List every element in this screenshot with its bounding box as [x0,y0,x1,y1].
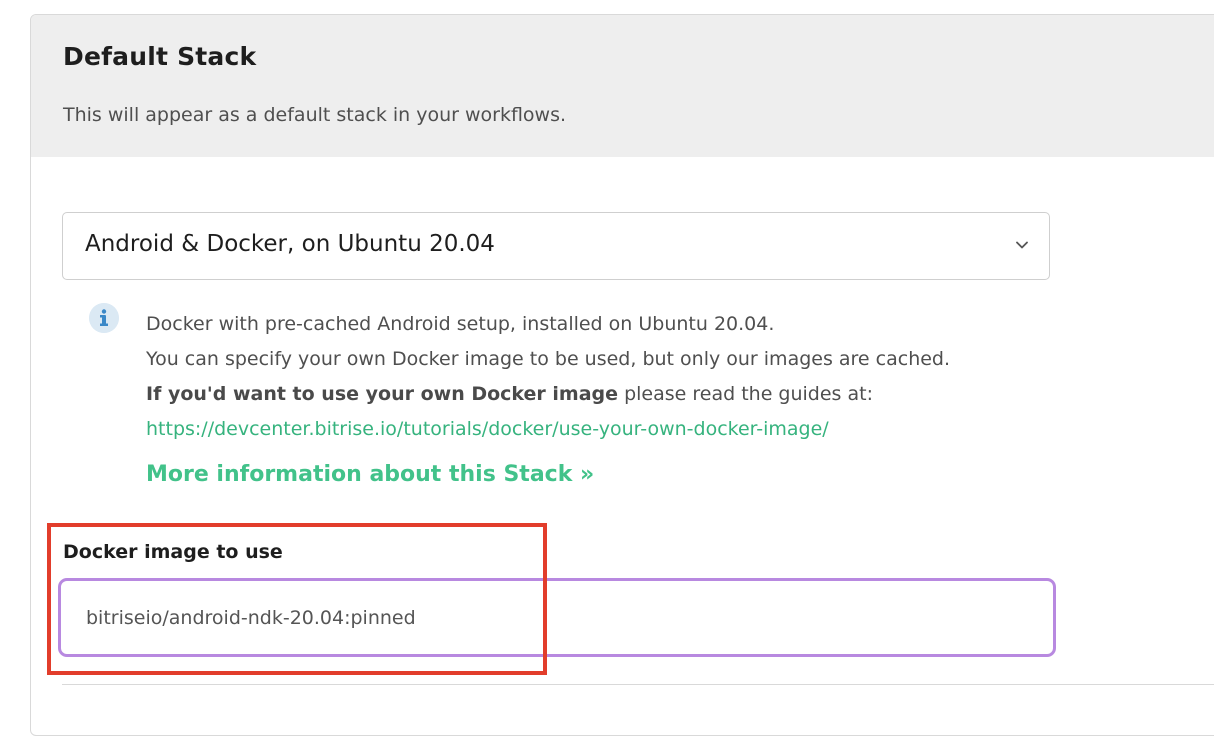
chevron-down-icon [1016,241,1028,249]
docker-image-label: Docker image to use [63,541,283,563]
card-header: Default Stack This will appear as a defa… [31,15,1214,157]
default-stack-card: Default Stack This will appear as a defa… [30,14,1214,736]
divider [62,684,1214,685]
info-line-3-rest: please read the guides at: [618,383,873,405]
more-info-link[interactable]: More information about this Stack » [146,462,594,487]
section-title: Default Stack [63,42,257,71]
docker-image-input[interactable] [58,578,1056,657]
info-line-3-bold: If you'd want to use your own Docker ima… [146,383,619,405]
stack-select[interactable]: Android & Docker, on Ubuntu 20.04 [62,212,1050,280]
info-line-1: Docker with pre-cached Android setup, in… [146,313,775,335]
info-line-3: If you'd want to use your own Docker ima… [146,377,950,412]
docker-guide-link[interactable]: https://devcenter.bitrise.io/tutorials/d… [146,418,829,440]
stack-info-text: Docker with pre-cached Android setup, in… [146,307,950,447]
section-subtitle: This will appear as a default stack in y… [63,104,567,126]
info-icon [89,303,119,333]
info-line-2: You can specify your own Docker image to… [146,348,951,370]
stack-select-value: Android & Docker, on Ubuntu 20.04 [85,231,495,257]
